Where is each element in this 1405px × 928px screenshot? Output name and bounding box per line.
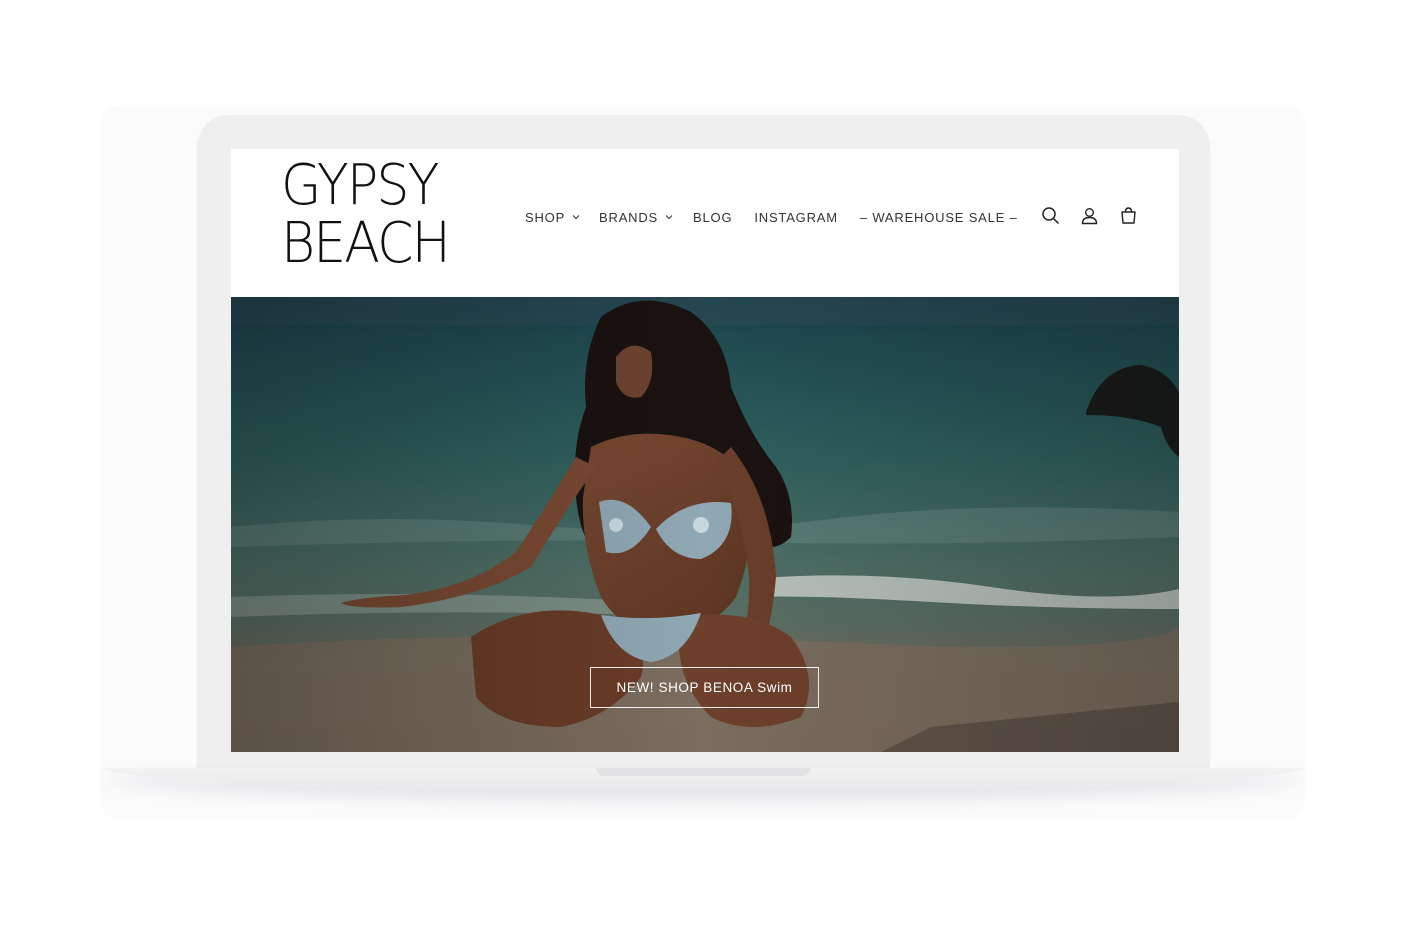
nav-item-label: INSTAGRAM bbox=[754, 209, 838, 225]
chevron-down-icon bbox=[665, 215, 673, 220]
logo-line-2: BEACH bbox=[281, 211, 451, 276]
nav-item-label: BLOG bbox=[693, 209, 733, 225]
nav-item-label: SHOP bbox=[525, 209, 566, 225]
laptop-screen: GYPSY BEACH SHOP BRANDS BLOG INSTAGRAM –… bbox=[231, 149, 1179, 752]
nav-item-shop[interactable]: SHOP bbox=[525, 207, 580, 227]
nav-item-instagram[interactable]: INSTAGRAM bbox=[754, 207, 838, 227]
search-icon[interactable] bbox=[1040, 205, 1061, 226]
header-icons bbox=[1040, 205, 1139, 226]
main-nav: SHOP BRANDS BLOG INSTAGRAM – WAREHOUSE S… bbox=[525, 207, 1018, 227]
nav-item-label: – WAREHOUSE SALE – bbox=[859, 209, 1018, 225]
mockup-stage: GYPSY BEACH SHOP BRANDS BLOG INSTAGRAM –… bbox=[0, 0, 1405, 928]
site-header: GYPSY BEACH SHOP BRANDS BLOG INSTAGRAM –… bbox=[231, 149, 1179, 297]
cta-label: NEW! SHOP BENOA Swim bbox=[616, 680, 793, 695]
nav-item-label: BRANDS bbox=[599, 209, 659, 225]
hero-banner: NEW! SHOP BENOA Swim bbox=[231, 297, 1179, 752]
brand-logo[interactable]: GYPSY BEACH bbox=[281, 157, 462, 273]
logo-line-1: GYPSY bbox=[281, 153, 439, 218]
nav-item-brands[interactable]: BRANDS bbox=[599, 207, 673, 227]
nav-item-blog[interactable]: BLOG bbox=[693, 207, 732, 227]
nav-item-warehouse-sale[interactable]: – WAREHOUSE SALE – bbox=[860, 207, 1018, 227]
cart-icon[interactable] bbox=[1118, 205, 1139, 226]
account-icon[interactable] bbox=[1079, 205, 1100, 226]
laptop-notch bbox=[596, 768, 811, 776]
chevron-down-icon bbox=[572, 215, 580, 220]
shop-benoa-button[interactable]: NEW! SHOP BENOA Swim bbox=[590, 667, 819, 708]
